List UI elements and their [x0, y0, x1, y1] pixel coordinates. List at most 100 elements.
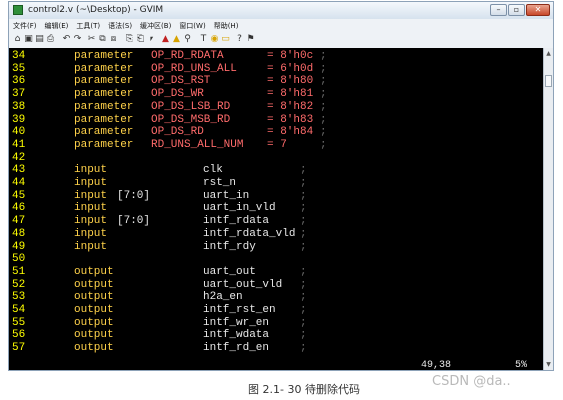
semicolon: ; — [300, 304, 307, 316]
line-number: 53 — [12, 291, 26, 304]
keyword: input — [74, 164, 108, 177]
close-button[interactable]: ✕ — [526, 4, 550, 16]
identifier: OP_RD_RDATA — [151, 50, 224, 62]
window-title: control2.v (~\Desktop) - GVIM — [28, 5, 164, 15]
open-icon[interactable]: ⌂ — [12, 33, 23, 45]
code-line: 56 output intf_wdata; — [9, 329, 539, 342]
semicolon: ; — [320, 75, 327, 88]
semicolon: ; — [300, 278, 307, 291]
port-name: uart_out_vld — [203, 278, 283, 291]
code-line: 39 parameter OP_DS_MSB_RD = 8'h83; — [9, 114, 539, 127]
paste-icon[interactable]: ⧈ — [108, 33, 119, 45]
line-number: 46 — [12, 202, 26, 215]
vertical-scrollbar[interactable]: ▲ ▼ — [543, 48, 553, 370]
semicolon: ; — [300, 291, 307, 304]
menu-help[interactable]: 帮助(H) — [210, 19, 243, 31]
help-icon[interactable]: ? — [234, 33, 245, 45]
window-controls: – ▫ ✕ — [490, 4, 550, 16]
scroll-thumb[interactable] — [545, 75, 552, 87]
code-line: 36 parameter OP_DS_RST = 8'h80; — [9, 75, 539, 88]
tag-jump-icon[interactable]: ▭ — [220, 33, 231, 45]
save-session-icon[interactable]: ▲ — [171, 33, 182, 45]
menu-window[interactable]: 窗口(W) — [175, 19, 209, 31]
menu-syntax[interactable]: 语法(S) — [104, 19, 136, 31]
maximize-button[interactable]: ▫ — [508, 4, 525, 16]
menu-tools[interactable]: 工具(T) — [72, 19, 104, 31]
code-line: 47 input [7:0] intf_rdata; — [9, 215, 539, 228]
line-number: 54 — [12, 304, 26, 316]
semicolon: ; — [300, 164, 307, 177]
identifier: OP_DS_WR — [151, 88, 204, 101]
undo-icon[interactable]: ↶ — [61, 33, 72, 45]
line-number: 50 — [12, 253, 26, 266]
make-icon[interactable]: T — [198, 33, 209, 45]
run-script-icon[interactable]: ⚲ — [182, 33, 193, 45]
scroll-down-icon[interactable]: ▼ — [544, 360, 553, 369]
code-line: 40 parameter OP_DS_RD = 8'h84; — [9, 126, 539, 139]
menu-buffers[interactable]: 缓冲区(B) — [136, 19, 175, 31]
find-icon[interactable]: ⎘ — [124, 33, 135, 45]
line-number: 51 — [12, 265, 26, 278]
find-prev-icon[interactable]: ⎖ — [146, 33, 157, 45]
semicolon: ; — [300, 265, 307, 278]
menu-edit[interactable]: 编辑(E) — [41, 19, 73, 31]
port-name: clk — [203, 164, 223, 177]
port-name: rst_n — [203, 177, 237, 189]
save-icon[interactable]: ▣ — [23, 33, 34, 45]
line-number: 34 — [12, 50, 26, 62]
semicolon: ; — [300, 316, 307, 329]
semicolon: ; — [300, 189, 307, 202]
line-number: 44 — [12, 177, 26, 189]
minimize-button[interactable]: – — [490, 4, 507, 16]
line-number: 52 — [12, 278, 26, 291]
value: = 8'h84 — [267, 126, 314, 139]
save-all-icon[interactable]: ▤ — [34, 33, 45, 45]
copy-icon[interactable]: ⧉ — [97, 33, 108, 45]
line-number: 49 — [12, 240, 26, 253]
port-name: intf_rdata — [203, 215, 270, 228]
redo-icon[interactable]: ↷ — [72, 33, 83, 45]
keyword: parameter — [74, 62, 134, 75]
code-line: 37 parameter OP_DS_WR = 8'h81; — [9, 88, 539, 101]
code-line: 45 input [7:0] uart_in; — [9, 190, 539, 203]
line-number: 57 — [12, 342, 26, 355]
editor-area[interactable]: 49,38 5% 34 parameter OP_RD_RDATA = 8'h0c; 3… — [9, 48, 543, 370]
keyword: input — [74, 177, 108, 189]
value: = 8'h0c — [267, 50, 314, 62]
semicolon: ; — [300, 202, 307, 215]
find-next-icon[interactable]: ⎗ — [135, 33, 146, 45]
scroll-up-icon[interactable]: ▲ — [544, 49, 553, 58]
identifier: RD_UNS_ALL_NUM — [151, 138, 244, 151]
load-session-icon[interactable]: ▲ — [160, 33, 171, 45]
semicolon: ; — [300, 227, 307, 240]
port-name: uart_in — [203, 189, 250, 202]
tag-icon[interactable]: ◉ — [209, 33, 220, 45]
keyword: parameter — [74, 88, 134, 101]
code-line: 41 parameter RD_UNS_ALL_NUM = 7; — [9, 139, 539, 152]
identifier: OP_DS_RD — [151, 126, 204, 139]
identifier: OP_DS_MSB_RD — [151, 113, 231, 126]
line-number: 55 — [12, 316, 26, 329]
cursor-position: 49,38 — [421, 360, 452, 370]
menu-file[interactable]: 文件(F) — [9, 19, 41, 31]
cut-icon[interactable]: ✂ — [86, 33, 97, 45]
line-number: 47 — [12, 215, 26, 228]
print-icon[interactable]: ⎙ — [45, 33, 56, 45]
code-line: 53 output h2a_en; — [9, 291, 539, 304]
value: = 8'h80 — [267, 75, 314, 88]
code-line: 38 parameter OP_DS_LSB_RD = 8'h82; — [9, 101, 539, 114]
semicolon: ; — [300, 240, 307, 253]
line-number: 36 — [12, 75, 26, 88]
port-name: intf_rdata_vld — [203, 227, 296, 240]
semicolon: ; — [320, 88, 327, 101]
semicolon: ; — [320, 62, 327, 75]
code-line: 44 input rst_n; — [9, 177, 539, 190]
identifier: OP_DS_RST — [151, 75, 211, 88]
keyword: parameter — [74, 126, 134, 139]
find-help-icon[interactable]: ⚑ — [245, 33, 256, 45]
line-number: 48 — [12, 227, 26, 240]
keyword: input — [74, 227, 108, 240]
vim-app-icon — [13, 5, 23, 15]
value: = 6'h0d — [267, 62, 314, 75]
title-bar: control2.v (~\Desktop) - GVIM – ▫ ✕ — [9, 2, 553, 19]
